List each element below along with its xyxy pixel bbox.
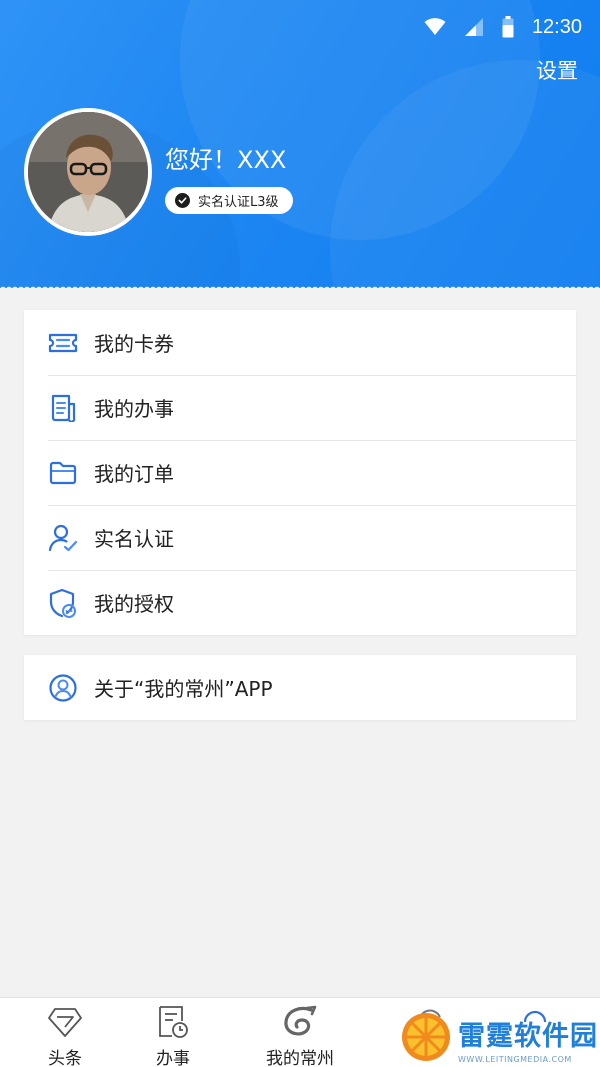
- tab-label: 头条: [48, 1049, 82, 1067]
- menu-item-label: 我的订单: [94, 462, 174, 486]
- diamond-icon: [47, 1002, 83, 1042]
- tab-label: 办事: [156, 1049, 190, 1067]
- menu-item-label: 我的办事: [94, 397, 174, 421]
- user-check-icon: [48, 523, 78, 553]
- signal-icon: [464, 17, 484, 37]
- check-icon: [175, 193, 190, 208]
- battery-icon: [502, 16, 514, 38]
- profile-header: 12:30 设置 您好！XXX 实名认证L3级: [0, 0, 600, 288]
- tab-affairs[interactable]: 办事: [118, 1002, 228, 1067]
- watermark-url: WWW.LEITINGMEDIA.COM: [458, 1054, 572, 1064]
- menu-item-label: 我的卡券: [94, 332, 174, 356]
- document-icon: [48, 393, 78, 423]
- clipboard-clock-icon: [156, 1002, 190, 1042]
- about-app-item[interactable]: 关于“我的常州”APP: [24, 655, 576, 720]
- tab-label: 我的常州: [266, 1049, 334, 1067]
- menu-item-authorization[interactable]: 我的授权: [24, 570, 576, 635]
- swirl-logo-icon: [281, 1002, 319, 1042]
- verification-badge: 实名认证L3级: [165, 187, 293, 214]
- about-label: 关于“我的常州”APP: [94, 677, 273, 701]
- about-card: 关于“我的常州”APP: [24, 655, 576, 720]
- tab-my-changzhou[interactable]: 我的常州: [245, 1002, 355, 1067]
- menu-item-orders[interactable]: 我的订单: [24, 440, 576, 505]
- menu-item-verification[interactable]: 实名认证: [24, 505, 576, 570]
- greeting-text: 您好！XXX: [165, 146, 287, 174]
- tab-headlines[interactable]: 头条: [10, 1002, 120, 1067]
- user-circle-icon: [48, 673, 78, 703]
- avatar-photo: [28, 112, 148, 232]
- settings-button[interactable]: 设置: [536, 55, 578, 85]
- ticket-icon: [48, 328, 78, 358]
- watermark-logo: 雷霆软件园 WWW.LEITINGMEDIA.COM: [400, 1010, 600, 1067]
- menu-item-label: 我的授权: [94, 592, 174, 616]
- menu-item-affairs[interactable]: 我的办事: [24, 375, 576, 440]
- status-bar: 12:30: [424, 12, 582, 42]
- folder-icon: [48, 458, 78, 488]
- badge-label: 实名认证L3级: [198, 195, 279, 210]
- menu-item-cards[interactable]: 我的卡券: [24, 310, 576, 375]
- avatar[interactable]: [24, 108, 152, 236]
- menu-item-label: 实名认证: [94, 527, 174, 551]
- shield-icon: [48, 588, 78, 618]
- orange-slice-icon: [400, 1011, 452, 1067]
- wifi-icon: [424, 18, 446, 36]
- menu-card: 我的卡券 我的办事 我的订单 实名认证 我的授权: [24, 310, 576, 635]
- watermark-title: 雷霆软件园: [458, 1020, 598, 1052]
- status-time: 12:30: [531, 15, 582, 38]
- header-edge-decoration: [0, 284, 600, 290]
